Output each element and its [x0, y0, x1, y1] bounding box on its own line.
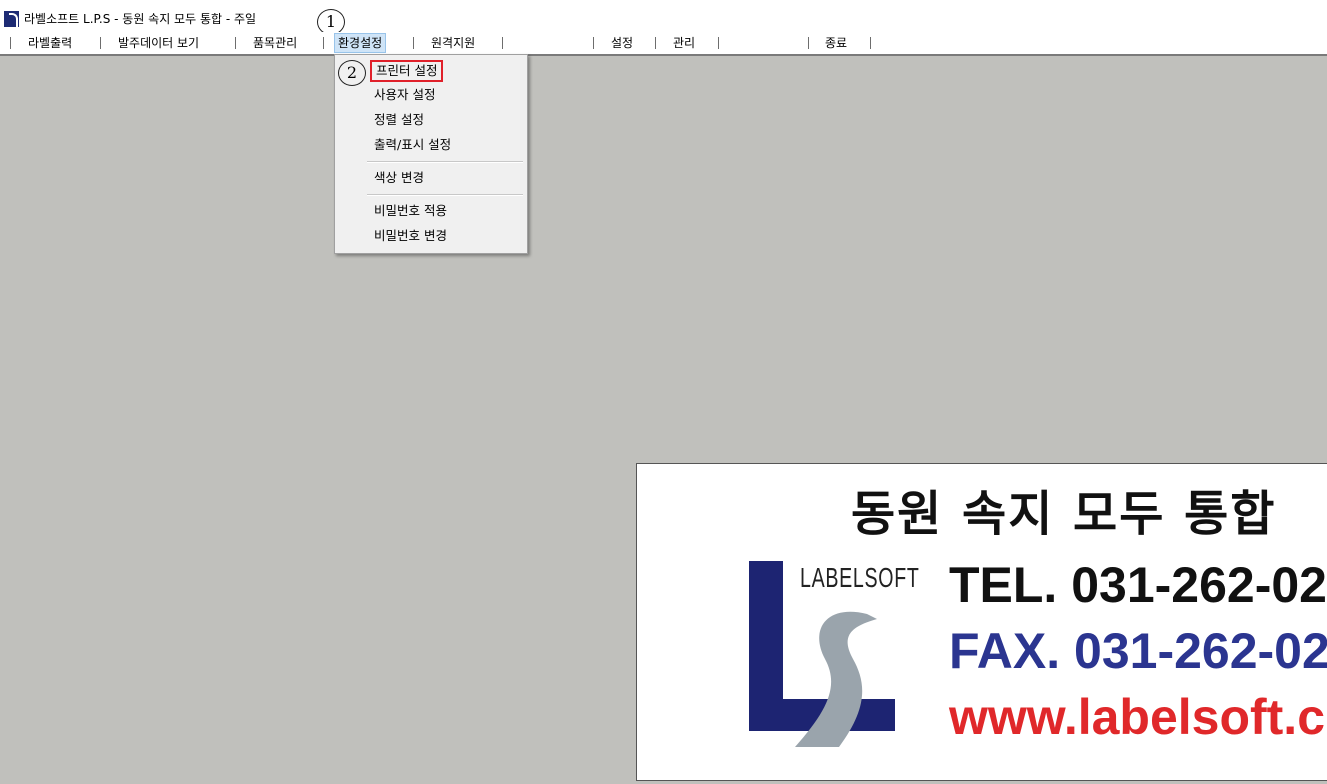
menu-environment-settings[interactable]: 환경설정 [334, 33, 387, 53]
change-color-item[interactable]: 색상 변경 [374, 168, 424, 188]
menu-admin[interactable]: 관리 [670, 34, 698, 52]
menu-separator [100, 37, 101, 49]
user-settings-item[interactable]: 사용자 설정 [374, 85, 435, 105]
sort-settings-item[interactable]: 정렬 설정 [374, 110, 424, 130]
menu-separator [655, 37, 656, 49]
step-marker-2: 2 [338, 60, 366, 86]
logo-wordmark: LABELSOFT [800, 562, 920, 593]
banner-fax: FAX. 031-262-02 [949, 623, 1327, 679]
menu-separator [870, 37, 871, 49]
apply-password-item[interactable]: 비밀번호 적용 [374, 201, 447, 221]
menu-settings[interactable]: 설정 [608, 34, 636, 52]
printer-settings-item[interactable]: 프린터 설정 [370, 60, 444, 82]
app-logo-icon [4, 11, 19, 27]
menu-separator [502, 37, 503, 49]
menu-empty-2[interactable] [735, 34, 741, 52]
menu-separator [323, 37, 324, 49]
menu-item-management[interactable]: 품목관리 [250, 34, 300, 52]
menu-separator [808, 37, 809, 49]
menu-exit[interactable]: 종료 [822, 34, 850, 52]
menu-separator [10, 37, 11, 49]
environment-settings-dropdown: 2 프린터 설정 사용자 설정 정렬 설정 출력/표시 설정 색상 변경 비밀번… [334, 54, 528, 254]
menu-separator [235, 37, 236, 49]
banner-title: 동원 속지 모두 통합 [851, 486, 1277, 542]
menu-order-data[interactable]: 발주데이터 보기 [115, 34, 202, 52]
menu-divider [367, 161, 523, 163]
window-title: 라벨소프트 L.P.S - 동원 속지 모두 통합 - 주일 [24, 12, 257, 26]
menu-divider [367, 194, 523, 196]
menu-separator [593, 37, 594, 49]
menu-label-print[interactable]: 라벨출력 [25, 34, 75, 52]
banner-tel: TEL. 031-262-02 [949, 557, 1327, 613]
change-password-item[interactable]: 비밀번호 변경 [374, 226, 447, 246]
menu-bar: 라벨출력 발주데이터 보기 품목관리 환경설정 원격지원 설정 관리 종료 [0, 32, 1327, 56]
menu-remote-support[interactable]: 원격지원 [428, 34, 478, 52]
company-banner: 동원 속지 모두 통합 LABELSOFT TEL. 031-262-02 FA… [636, 463, 1327, 781]
output-display-settings-item[interactable]: 출력/표시 설정 [374, 135, 451, 155]
menu-empty-1[interactable] [520, 34, 526, 52]
title-bar: 라벨소프트 L.P.S - 동원 속지 모두 통합 - 주일 1 [0, 0, 1327, 35]
menu-separator [413, 37, 414, 49]
banner-website: www.labelsoft.c [949, 689, 1326, 745]
menu-separator [718, 37, 719, 49]
